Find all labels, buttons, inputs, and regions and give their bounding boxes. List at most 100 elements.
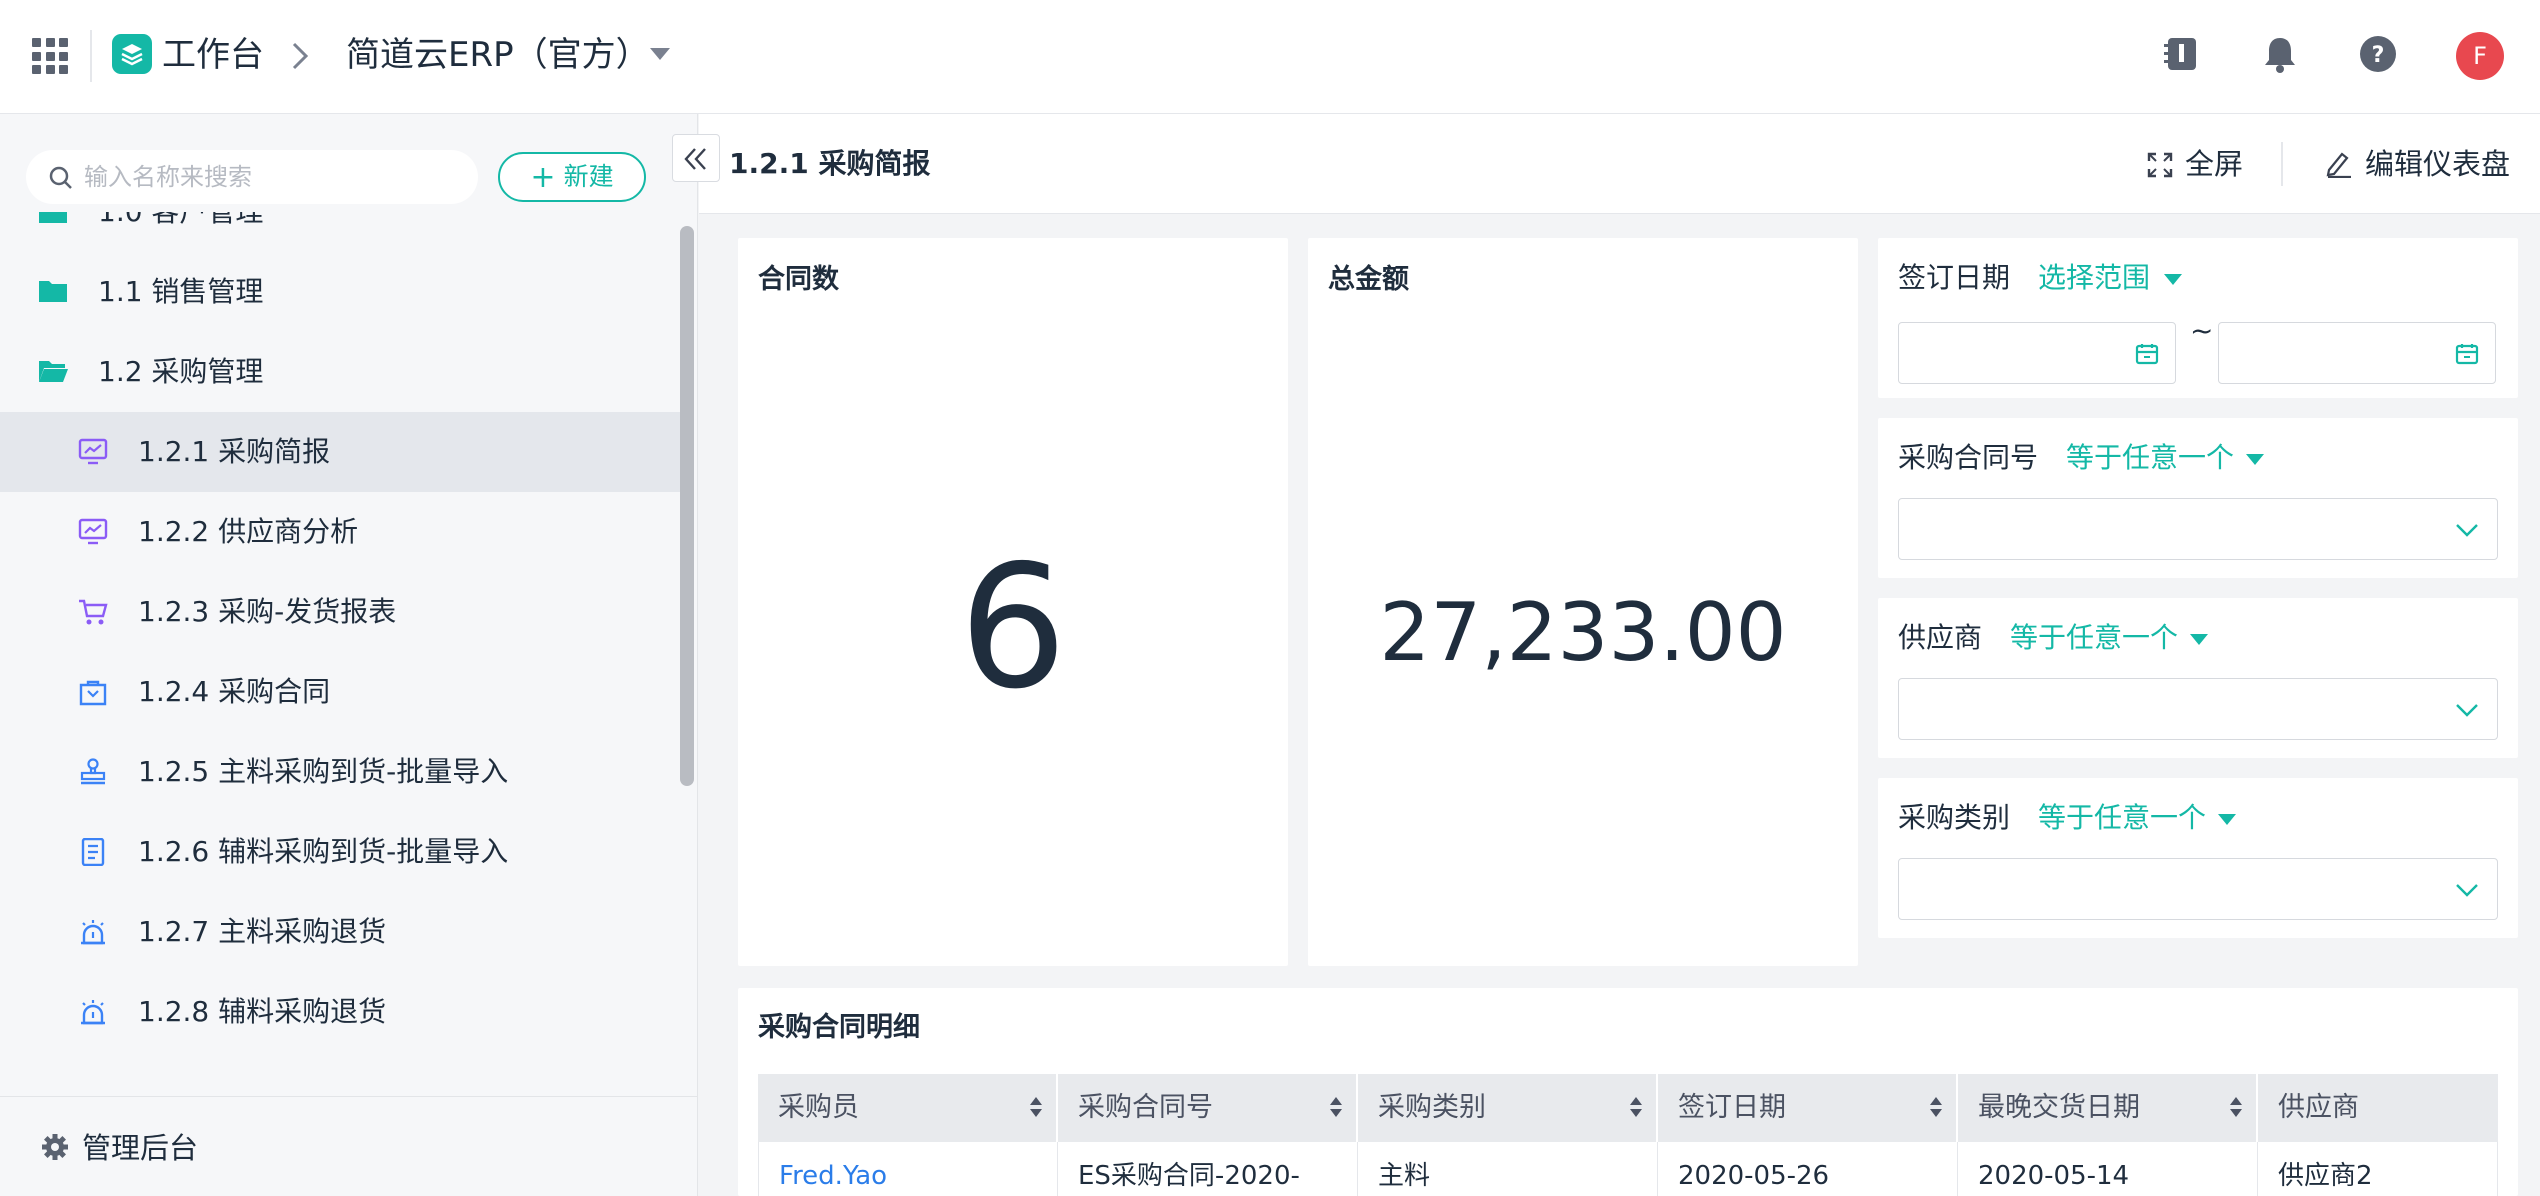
sidebar-item-label: 1.1 销售管理 (98, 275, 264, 308)
chevron-down-icon (2456, 704, 2478, 717)
column-header[interactable]: 最晚交货日期 (1958, 1074, 2258, 1142)
sidebar-item-purchase-contract[interactable]: 1.2.4 采购合同 (0, 652, 680, 732)
workspace-logo-icon[interactable] (112, 34, 152, 74)
stat-card-contract-count: 合同数 6 (738, 238, 1288, 966)
fullscreen-label: 全屏 (2185, 147, 2244, 181)
caret-down-icon[interactable] (2190, 634, 2208, 645)
purchase-type-select[interactable] (1898, 858, 2498, 920)
bell-icon[interactable] (2258, 32, 2302, 76)
sidebar-search[interactable] (26, 150, 478, 204)
caret-down-icon[interactable] (2218, 814, 2236, 825)
gear-icon (42, 1134, 68, 1160)
apps-grid-icon[interactable] (32, 38, 68, 74)
svg-text:?: ? (2372, 43, 2385, 68)
plus-icon: + (530, 160, 556, 195)
sidebar: +新建 1.0 客户管理 1.1 销售管理 1.2 采购管理 1.2.1 采购简… (0, 114, 698, 1196)
collapse-sidebar-button[interactable] (672, 134, 720, 182)
table-cell: ES采购合同-2020- (1058, 1142, 1358, 1196)
new-button[interactable]: + 新建 (498, 152, 646, 202)
sidebar-item-label: 1.2.4 采购合同 (138, 675, 331, 708)
stamp-icon (80, 758, 106, 785)
sort-icon[interactable] (1030, 1097, 1042, 1119)
edit-pencil-icon (2326, 152, 2351, 178)
table-cell: 2020-05-26 (1658, 1142, 1958, 1196)
sidebar-scrollbar[interactable] (680, 226, 694, 786)
sidebar-nav: 1.0 客户管理 1.1 销售管理 1.2 采购管理 1.2.1 采购简报 1.… (0, 212, 680, 1092)
sidebar-item-label: 1.2.8 辅料采购退货 (138, 995, 387, 1028)
sidebar-item-label: 1.2.2 供应商分析 (138, 515, 359, 548)
sort-icon[interactable] (2230, 1097, 2242, 1119)
sidebar-item-main-material-return[interactable]: 1.2.7 主料采购退货 (0, 892, 680, 972)
stat-card-total-amount: 总金额 27,233.00 (1308, 238, 1858, 966)
stat-value: 6 (958, 529, 1068, 727)
search-input[interactable] (84, 150, 464, 204)
filter-operator[interactable]: 等于任意一个 (2010, 618, 2178, 658)
sort-icon[interactable] (1630, 1097, 1642, 1119)
filter-label: 供应商 (1898, 621, 1983, 654)
sidebar-item-sales[interactable]: 1.1 销售管理 (0, 252, 680, 332)
caret-down-icon[interactable] (2246, 454, 2264, 465)
stat-card-title: 总金额 (1328, 264, 1409, 295)
sidebar-item-purchase-brief[interactable]: 1.2.1 采购简报 (0, 412, 680, 492)
sidebar-item-aux-material-return[interactable]: 1.2.8 辅料采购退货 (0, 972, 680, 1052)
caret-down-icon[interactable] (2164, 274, 2182, 285)
sort-icon[interactable] (1330, 1097, 1342, 1119)
filter-operator[interactable]: 选择范围 (2038, 258, 2150, 298)
toolbar-divider (2281, 142, 2283, 186)
filter-operator[interactable]: 等于任意一个 (2038, 798, 2206, 838)
sidebar-item-label: 1.2.6 辅料采购到货-批量导入 (138, 835, 509, 868)
filter-label: 签订日期 (1898, 261, 2011, 294)
help-icon[interactable]: ? (2356, 32, 2400, 76)
filter-operator[interactable]: 等于任意一个 (2066, 438, 2234, 478)
caret-down-icon[interactable] (650, 48, 670, 60)
table-cell: 供应商2 (2258, 1142, 2498, 1196)
chevron-down-icon (2456, 884, 2478, 897)
search-icon (49, 166, 72, 189)
table-cell[interactable]: Fred.Yao (758, 1142, 1058, 1196)
sidebar-item-label: 1.2.3 采购-发货报表 (138, 595, 397, 628)
app-name[interactable]: 简道云ERP（官方） (346, 30, 650, 80)
calendar-icon (2455, 344, 2479, 365)
avatar[interactable]: F (2456, 32, 2504, 80)
fullscreen-icon (2147, 152, 2173, 178)
date-start-input[interactable] (1898, 322, 2176, 384)
sidebar-item-aux-material-arrival-import[interactable]: 1.2.6 辅料采购到货-批量导入 (0, 812, 680, 892)
filter-supplier: 供应商 等于任意一个 (1878, 598, 2518, 758)
edit-dashboard-label: 编辑仪表盘 (2365, 147, 2511, 181)
table-cell: 2020-05-14 (1958, 1142, 2258, 1196)
sidebar-item-label: 1.0 客户管理 (98, 212, 263, 232)
sidebar-item-purchase[interactable]: 1.2 采购管理 (0, 332, 680, 412)
notebook-icon[interactable] (2160, 32, 2204, 76)
contract-no-select[interactable] (1898, 498, 2498, 560)
filter-contract-no: 采购合同号 等于任意一个 (1878, 418, 2518, 578)
dashboard-toolbar: 1.2.1 采购简报 全屏 编辑仪表盘 (699, 114, 2540, 214)
sort-icon[interactable] (1930, 1097, 1942, 1119)
column-header[interactable]: 采购员 (758, 1074, 1058, 1142)
column-header[interactable]: 采购合同号 (1058, 1074, 1358, 1142)
column-header[interactable]: 采购类别 (1358, 1074, 1658, 1142)
column-header[interactable]: 签订日期 (1658, 1074, 1958, 1142)
dashboard-chart-icon (78, 438, 108, 465)
sidebar-item-main-material-arrival-import[interactable]: 1.2.5 主料采购到货-批量导入 (0, 732, 680, 812)
sidebar-item-purchase-shipping-report[interactable]: 1.2.3 采购-发货报表 (0, 572, 680, 652)
shopping-bag-icon (79, 680, 107, 706)
date-end-input[interactable] (2218, 322, 2496, 384)
supplier-select[interactable] (1898, 678, 2498, 740)
sidebar-item-label: 1.2.7 主料采购退货 (138, 915, 387, 948)
folder-icon (39, 281, 67, 302)
column-header[interactable]: 供应商 (2258, 1074, 2498, 1142)
new-button-label: 新建 (563, 162, 614, 191)
filter-purchase-type: 采购类别 等于任意一个 (1878, 778, 2518, 938)
chevron-down-icon (2456, 524, 2478, 537)
document-icon (81, 838, 105, 866)
admin-label: 管理后台 (82, 1131, 199, 1165)
page-title: 1.2.1 采购简报 (729, 147, 931, 180)
contract-detail-table-card: 采购合同明细 采购员 采购合同号 采购类别 签订日期 最晚交货日期 供应商 Fr… (738, 988, 2518, 1196)
sidebar-item-supplier-analysis[interactable]: 1.2.2 供应商分析 (0, 492, 680, 572)
double-chevron-left-icon (684, 148, 706, 170)
buyer-link[interactable]: Fred.Yao (779, 1156, 887, 1196)
sidebar-item-customer[interactable]: 1.0 客户管理 (0, 212, 680, 252)
header-divider (90, 30, 92, 82)
workspace-title[interactable]: 工作台 (162, 30, 264, 80)
sidebar-item-label: 1.2.1 采购简报 (138, 435, 331, 468)
